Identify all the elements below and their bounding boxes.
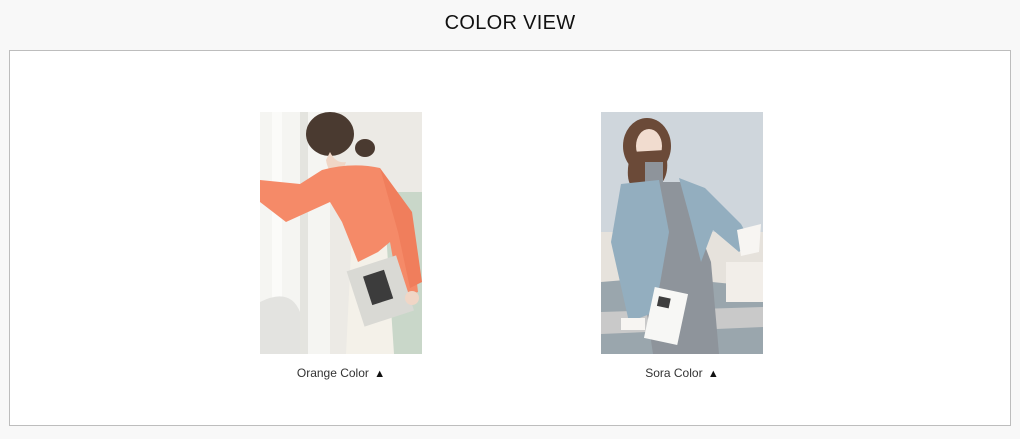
triangle-up-icon: ▲	[374, 368, 386, 380]
sora-color-caption[interactable]: Sora Color ▲	[601, 366, 763, 380]
orange-color-caption[interactable]: Orange Color ▲	[260, 366, 422, 380]
orange-color-label: Orange Color	[296, 366, 369, 380]
sora-color-label: Sora Color	[645, 366, 703, 380]
page-title: COLOR VIEW	[444, 12, 576, 34]
color-item-orange[interactable]: Orange Color ▲	[260, 112, 422, 380]
triangle-up-icon: ▲	[707, 368, 719, 380]
sora-cardigan-photo[interactable]	[601, 112, 763, 354]
color-item-sora[interactable]: Sora Color ▲	[601, 112, 763, 380]
orange-cardigan-photo[interactable]	[260, 112, 422, 354]
color-view-panel: Orange Color ▲ Sora Color ▲	[9, 50, 1011, 426]
